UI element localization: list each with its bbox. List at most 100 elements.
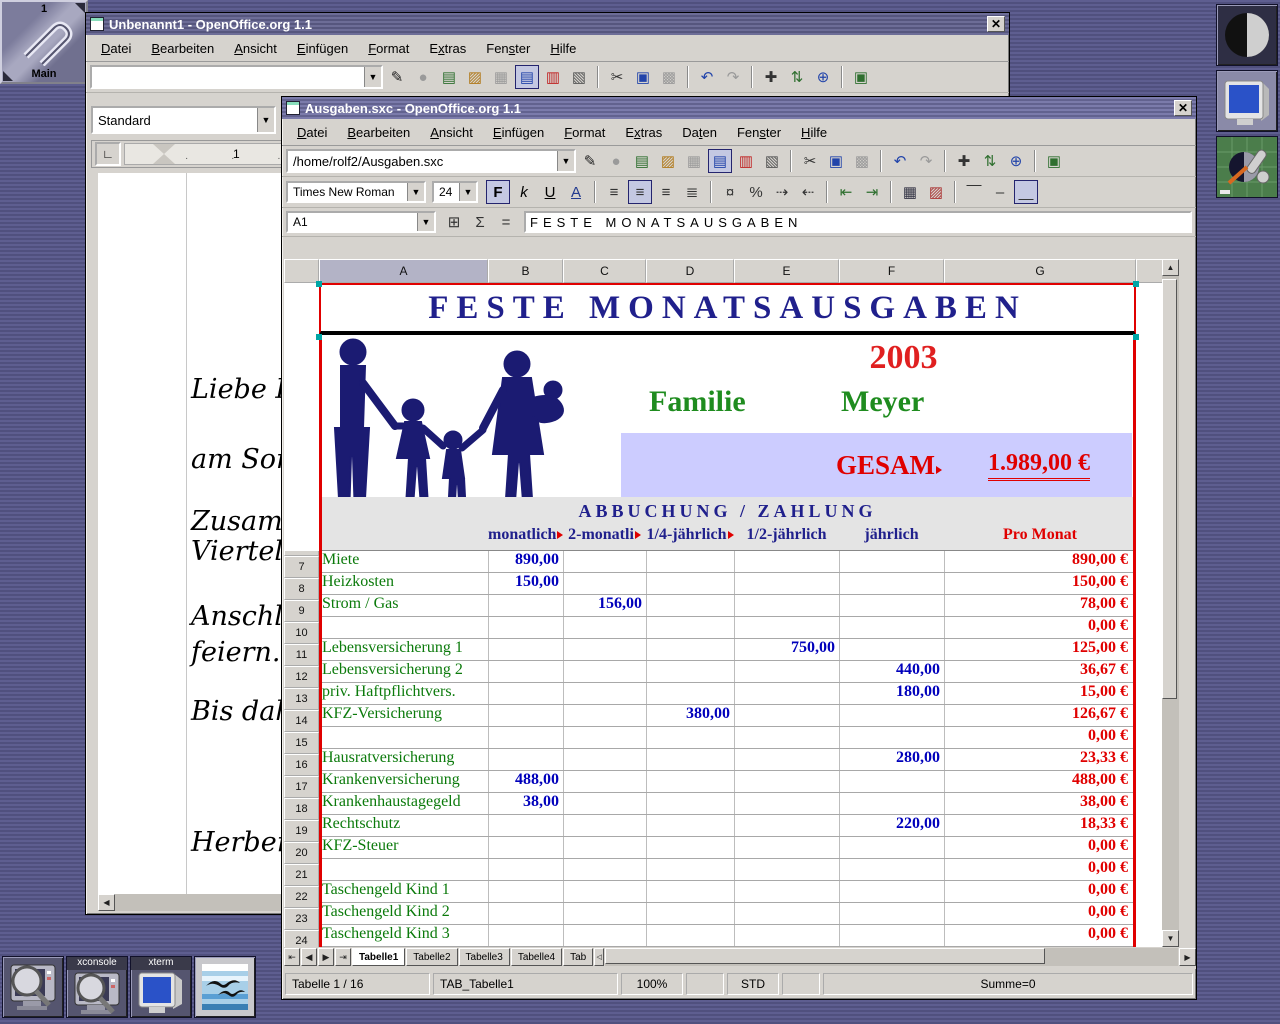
paragraph-style-select[interactable]: Standard ▼	[91, 106, 276, 134]
cell[interactable]: KFZ-Steuer	[319, 837, 488, 858]
align-middle-button[interactable]: –	[988, 180, 1012, 204]
menu-format[interactable]: Format	[555, 122, 614, 143]
cell[interactable]	[646, 683, 734, 704]
cell[interactable]: Krankenhaustagegeld	[319, 793, 488, 814]
margin-marker-icon[interactable]	[153, 144, 175, 154]
sheet-row-8[interactable]: Heizkosten150,00150,00 €	[319, 573, 1136, 595]
chevron-down-icon[interactable]: ▼	[557, 151, 574, 171]
cell[interactable]	[839, 551, 944, 572]
cell[interactable]	[646, 881, 734, 902]
decrease-indent-button[interactable]: ⇤	[834, 180, 858, 204]
currency-format-button[interactable]: ¤	[718, 180, 742, 204]
row-header-8[interactable]: 8	[284, 578, 319, 600]
first-sheet-icon[interactable]: ⇤	[284, 948, 300, 966]
cell[interactable]: Taschengeld Kind 1	[319, 881, 488, 902]
cell[interactable]	[734, 595, 839, 616]
scroll-up-icon[interactable]: ▲	[1162, 259, 1179, 276]
cell[interactable]: 280,00	[839, 749, 944, 770]
scroll-right-icon[interactable]: ▶	[1179, 948, 1196, 966]
print-icon[interactable]: ▧	[567, 65, 591, 89]
copy-icon[interactable]: ▣	[631, 65, 655, 89]
cell[interactable]	[734, 815, 839, 836]
open-document-icon[interactable]: ▨	[463, 65, 487, 89]
cell[interactable]: Heizkosten	[319, 573, 488, 594]
chevron-down-icon[interactable]: ▼	[407, 183, 424, 201]
cell[interactable]	[839, 573, 944, 594]
row-header-16[interactable]: 16	[284, 754, 319, 776]
family-name[interactable]: Meyer	[841, 385, 924, 419]
borders-button[interactable]: ▦	[898, 180, 922, 204]
cell[interactable]: Hausratversicherung	[319, 749, 488, 770]
cell[interactable]	[734, 903, 839, 924]
vscroll-thumb[interactable]	[1162, 279, 1177, 699]
dock-terminal-button[interactable]	[1216, 70, 1278, 132]
cell[interactable]: 0,00 €	[944, 859, 1136, 880]
row-header-17[interactable]: 17	[284, 776, 319, 798]
align-top-button[interactable]: ⎺	[962, 180, 986, 204]
row-header-23[interactable]: 23	[284, 908, 319, 930]
cell[interactable]	[734, 881, 839, 902]
writer-close-button[interactable]: ✕	[987, 16, 1005, 32]
row-header-19[interactable]: 19	[284, 820, 319, 842]
menu-bearbeiten[interactable]: Bearbeiten	[338, 122, 419, 143]
gallery-icon[interactable]: ▣	[1042, 149, 1066, 173]
wm-main-button[interactable]: 1 Main	[0, 0, 88, 84]
cell[interactable]: 890,00	[488, 551, 563, 572]
menu-fenster[interactable]: Fenster	[477, 38, 539, 59]
menu-bearbeiten[interactable]: Bearbeiten	[142, 38, 223, 59]
year-label[interactable]: 2003	[861, 339, 946, 377]
cell[interactable]	[488, 749, 563, 770]
cell[interactable]	[646, 859, 734, 880]
background-color-button[interactable]: ▨	[924, 180, 948, 204]
equals-icon[interactable]: =	[494, 210, 518, 234]
cell[interactable]: 125,00 €	[944, 639, 1136, 660]
calc-close-button[interactable]: ✕	[1174, 100, 1192, 116]
redo-icon[interactable]: ↷	[914, 149, 938, 173]
cell[interactable]: 380,00	[646, 705, 734, 726]
cell[interactable]: 488,00	[488, 771, 563, 792]
sheet-row-15[interactable]: 0,00 €	[319, 727, 1136, 749]
cell[interactable]: 488,00 €	[944, 771, 1136, 792]
menu-hilfe[interactable]: Hilfe	[792, 122, 836, 143]
sheet-row-19[interactable]: Rechtschutz220,0018,33 €	[319, 815, 1136, 837]
cell[interactable]: Lebensversicherung 1	[319, 639, 488, 660]
sheet-tab-tabelle3[interactable]: Tabelle3	[459, 948, 510, 966]
row-header-14[interactable]: 14	[284, 710, 319, 732]
hyperlink-icon[interactable]: ⊕	[811, 65, 835, 89]
sheet-row-12[interactable]: Lebensversicherung 2440,0036,67 €	[319, 661, 1136, 683]
menu-ansicht[interactable]: Ansicht	[225, 38, 286, 59]
del-decimal-button[interactable]: ⇠	[796, 180, 820, 204]
font-name-select[interactable]: Times New Roman ▼	[286, 181, 426, 203]
sheet-row-20[interactable]: KFZ-Steuer0,00 €	[319, 837, 1136, 859]
cell[interactable]: 156,00	[563, 595, 646, 616]
taskbar-openoffice-button[interactable]	[194, 956, 256, 1018]
cell[interactable]	[563, 903, 646, 924]
row-header-24[interactable]: 24	[284, 930, 319, 947]
cell[interactable]	[734, 727, 839, 748]
new-document-icon[interactable]: ▤	[437, 65, 461, 89]
navigator-icon[interactable]: ✚	[952, 149, 976, 173]
cell-reference-box[interactable]: A1 ▼	[286, 211, 436, 233]
font-size-select[interactable]: 24 ▼	[432, 181, 478, 203]
cell[interactable]	[563, 793, 646, 814]
function-autopilot-icon[interactable]: ⊞	[442, 210, 466, 234]
cell[interactable]: 23,33 €	[944, 749, 1136, 770]
cell[interactable]	[488, 727, 563, 748]
family-label[interactable]: Familie	[649, 385, 746, 419]
cell[interactable]	[646, 749, 734, 770]
cell[interactable]: Lebensversicherung 2	[319, 661, 488, 682]
underline-button[interactable]: U	[538, 180, 562, 204]
cell[interactable]	[563, 771, 646, 792]
undo-icon[interactable]: ↶	[888, 149, 912, 173]
calc-url-input[interactable]: /home/rolf2/Ausgaben.sxc ▼	[286, 149, 576, 173]
gesamt-band[interactable]: GESAM 1.989,00 €	[621, 433, 1132, 497]
copy-icon[interactable]: ▣	[824, 149, 848, 173]
row-header-15[interactable]: 15	[284, 732, 319, 754]
cell[interactable]	[563, 551, 646, 572]
cell[interactable]	[563, 881, 646, 902]
dock-config-button[interactable]	[1216, 136, 1278, 198]
edit-file-icon[interactable]: ✎	[578, 149, 602, 173]
sheet-row-22[interactable]: Taschengeld Kind 10,00 €	[319, 881, 1136, 903]
cell[interactable]	[563, 639, 646, 660]
edit-mode-icon[interactable]: ▤	[708, 149, 732, 173]
